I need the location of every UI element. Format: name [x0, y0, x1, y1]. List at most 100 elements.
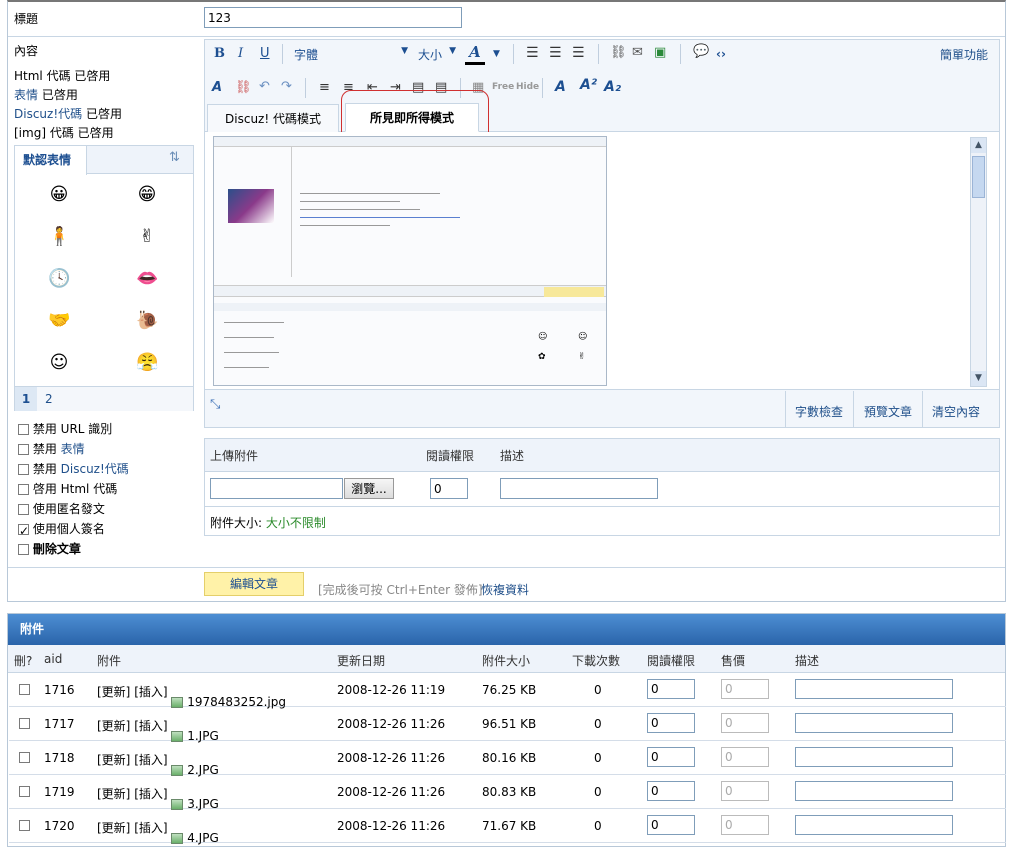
ordered-list-icon[interactable]: ≡ [319, 80, 330, 96]
upload-desc-input[interactable] [500, 478, 658, 499]
tab-discuz-code[interactable]: Discuz! 代碼模式 [207, 104, 339, 134]
price-input[interactable] [721, 713, 769, 733]
insert-link[interactable]: [插入] [134, 753, 167, 767]
underline-button[interactable]: U [260, 46, 270, 62]
delete-checkbox[interactable] [19, 684, 30, 695]
file-path-input[interactable] [210, 478, 343, 499]
size-cell: 80.16 KB [482, 751, 537, 765]
update-link[interactable]: [更新] [97, 719, 130, 733]
enable-html-checkbox[interactable] [18, 484, 29, 495]
unlink-icon[interactable]: ⛓ [235, 80, 252, 96]
description-input[interactable] [795, 815, 953, 835]
disable-smilies-checkbox[interactable] [18, 444, 29, 455]
update-link[interactable]: [更新] [97, 753, 130, 767]
delete-post-checkbox[interactable] [18, 544, 29, 555]
align-center-icon[interactable]: ☰ [549, 45, 562, 61]
editor-content-area[interactable]: ☺ ☺ ✿ ✌ ▲ ▼ [205, 132, 999, 390]
image-icon[interactable]: ▣ [654, 45, 666, 61]
undo-icon[interactable]: ↶ [259, 79, 270, 95]
preview-link[interactable]: 預覽文章 [864, 403, 912, 420]
read-perm-input[interactable] [647, 713, 695, 733]
superscript-icon[interactable]: A² [580, 77, 597, 93]
align-right-icon[interactable]: ☰ [572, 45, 585, 61]
delete-checkbox[interactable] [19, 786, 30, 797]
attachments-title: 附件 [8, 614, 1005, 645]
font-size-icon[interactable]: A [555, 79, 566, 95]
read-perm-input[interactable] [647, 747, 695, 767]
smilies-page-1[interactable]: 1 [15, 387, 37, 411]
insert-link[interactable]: [插入] [134, 821, 167, 835]
font-color-icon[interactable]: A [465, 43, 485, 65]
italic-button[interactable]: I [238, 46, 243, 62]
price-input[interactable] [721, 781, 769, 801]
hide-tag-icon[interactable]: Hide [516, 82, 539, 92]
insert-link[interactable]: [插入] [134, 685, 167, 699]
smilies-page-2[interactable]: 2 [45, 387, 53, 411]
price-input[interactable] [721, 679, 769, 699]
smilies-help-link[interactable]: 表情 [14, 88, 38, 102]
disable-discuz-checkbox[interactable] [18, 464, 29, 475]
word-count-link[interactable]: 字數檢查 [795, 403, 843, 420]
smile-icon[interactable]: 😀 [48, 184, 70, 206]
lips-icon[interactable]: 👄 [136, 268, 158, 290]
expand-smilies-icon[interactable]: ⇅ [169, 150, 189, 170]
snail-icon[interactable]: 🐌 [136, 310, 158, 332]
victory-icon[interactable]: ✌ [136, 226, 158, 248]
simple-mode-link[interactable]: 簡單功能 [940, 46, 988, 63]
font-size-select[interactable]: 大小 ▼ [418, 46, 456, 63]
description-input[interactable] [795, 713, 953, 733]
scroll-up-icon[interactable]: ▲ [971, 138, 986, 153]
upload-perm-input[interactable] [430, 478, 468, 499]
scroll-down-icon[interactable]: ▼ [971, 371, 986, 386]
quote-icon[interactable]: 💬 [693, 44, 709, 60]
redo-icon[interactable]: ↷ [281, 79, 292, 95]
handshake-icon[interactable]: 🤝 [48, 310, 70, 332]
color-dropdown-icon[interactable]: ▼ [493, 49, 500, 59]
disable-url-checkbox[interactable] [18, 424, 29, 435]
align-left-icon[interactable]: ☰ [526, 45, 539, 61]
clock-icon[interactable]: 🕓 [48, 268, 70, 290]
update-link[interactable]: [更新] [97, 821, 130, 835]
read-perm-input[interactable] [647, 679, 695, 699]
price-input[interactable] [721, 747, 769, 767]
update-link[interactable]: [更新] [97, 685, 130, 699]
remove-format-icon[interactable]: A [212, 80, 222, 96]
happy-icon[interactable]: ☺ [48, 352, 70, 374]
delete-checkbox[interactable] [19, 718, 30, 729]
subscript-icon[interactable]: A₂ [604, 79, 621, 95]
description-input[interactable] [795, 781, 953, 801]
browse-button[interactable]: 瀏覽... [344, 478, 394, 499]
link-icon[interactable]: ⛓ [610, 45, 627, 61]
editor-scrollbar[interactable]: ▲ ▼ [970, 137, 987, 387]
code-icon[interactable]: ‹› [716, 46, 726, 62]
option-anonymous: 使用匿名發文 [18, 499, 129, 519]
discuz-code-help-link[interactable]: Discuz!代碼 [14, 107, 82, 121]
clear-content-link[interactable]: 清空內容 [932, 403, 980, 420]
scroll-thumb[interactable] [972, 156, 985, 198]
signature-checkbox[interactable] [18, 521, 29, 541]
read-perm-input[interactable] [647, 781, 695, 801]
edit-post-button[interactable]: 編輯文章 [204, 572, 304, 596]
chevron-down-icon: ▼ [401, 46, 408, 56]
free-tag-icon[interactable]: Free [492, 82, 514, 92]
anonymous-checkbox[interactable] [18, 504, 29, 515]
insert-link[interactable]: [插入] [134, 719, 167, 733]
figure-icon[interactable]: 🧍 [48, 226, 70, 248]
read-perm-input[interactable] [647, 815, 695, 835]
insert-link[interactable]: [插入] [134, 787, 167, 801]
restore-data-link[interactable]: 恢複資料 [481, 581, 529, 598]
font-family-select[interactable]: 字體 ▼ [294, 46, 408, 63]
price-input[interactable] [721, 815, 769, 835]
bold-button[interactable]: B [214, 46, 225, 62]
delete-checkbox[interactable] [19, 820, 30, 831]
delete-checkbox[interactable] [19, 752, 30, 763]
update-link[interactable]: [更新] [97, 787, 130, 801]
resize-editor-icon[interactable]: ⤡ [210, 397, 220, 412]
description-input[interactable] [795, 679, 953, 699]
smilies-tab-default[interactable]: 默認表情 [15, 146, 87, 175]
angry-icon[interactable]: 😤 [136, 352, 158, 374]
description-input[interactable] [795, 747, 953, 767]
title-input[interactable] [204, 7, 462, 28]
email-icon[interactable]: ✉ [632, 45, 643, 61]
grin-icon[interactable]: 😁 [136, 184, 158, 206]
